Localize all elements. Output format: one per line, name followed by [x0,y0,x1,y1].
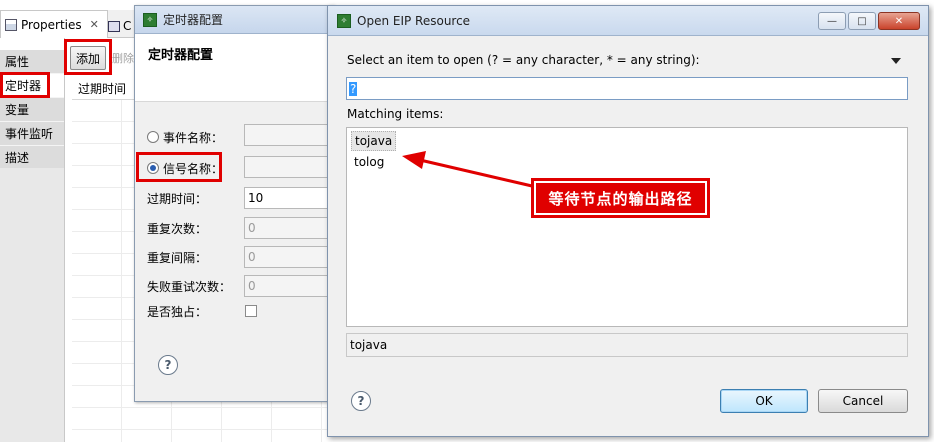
side-tab-timer[interactable]: 定时器 [0,74,64,98]
menu-dropdown-icon[interactable] [891,58,901,64]
exclusive-label: 是否独占： [147,304,208,319]
side-tab-filler [0,168,64,442]
app-icon: ✧ [337,13,351,28]
timer-config-window: ✧ 定时器配置 定时器配置 事件名称： 信号名称： 过期时间： 10 重复次数：… [134,5,335,402]
repeat-interval-input[interactable]: 0 [244,246,335,268]
repeat-count-row: 重复次数： [147,217,207,239]
delete-button[interactable]: 删除 [112,50,134,66]
window-controls: — □ ✕ [818,12,920,30]
annotation-text: 等待节点的输出路径 [548,189,693,208]
event-name-field[interactable] [244,124,335,146]
tab-second-label: C [123,19,132,33]
search-prompt-label: Select an item to open (? = any characte… [347,53,700,67]
timer-heading: 定时器配置 [148,48,214,63]
ok-button[interactable]: OK [720,389,808,413]
minimize-button[interactable]: — [818,12,846,30]
repeat-interval-row: 重复间隔： [147,246,207,268]
add-button[interactable]: 添加 [70,46,106,70]
maximize-button[interactable]: □ [848,12,876,30]
annotation-arrow [402,151,533,188]
search-input-value: ? [349,81,358,96]
signal-name-row[interactable]: 信号名称： [147,157,223,179]
close-button[interactable]: ✕ [878,12,920,30]
help-icon[interactable]: ? [158,355,178,375]
side-tab-list: 属性 定时器 变量 事件监听 描述 [0,50,64,170]
retry-count-input[interactable]: 0 [244,275,335,297]
event-name-row[interactable]: 事件名称： [147,126,223,148]
expire-time-input[interactable]: 10 [244,187,335,209]
event-name-radio[interactable] [147,131,159,143]
selected-item-status: tojava [346,333,908,357]
expire-time-row: 过期时间： [147,187,207,209]
event-name-label: 事件名称： [163,130,224,145]
exclusive-row: 是否独占： [147,300,207,322]
repeat-interval-label: 重复间隔： [147,250,208,265]
timer-window-titlebar[interactable]: ✧ 定时器配置 [135,6,333,34]
repeat-count-label: 重复次数： [147,221,208,236]
repeat-count-input[interactable]: 0 [244,217,335,239]
timer-header-panel: 定时器配置 [135,34,333,102]
signal-name-field[interactable] [244,156,335,178]
cancel-button[interactable]: Cancel [818,389,908,413]
matching-items-label: Matching items: [347,107,444,121]
eip-dialog-titlebar[interactable]: ✧ Open EIP Resource — □ ✕ [328,6,928,36]
annotation-callout: 等待节点的输出路径 [531,178,710,218]
signal-name-radio[interactable] [147,162,159,174]
open-eip-resource-dialog: ✧ Open EIP Resource — □ ✕ Select an item… [327,5,929,437]
timer-window-title: 定时器配置 [163,13,224,27]
properties-icon [5,18,17,31]
expire-time-label: 过期时间： [147,191,208,206]
signal-name-label: 信号名称： [163,161,224,176]
side-tab-event-listeners[interactable]: 事件监听 [0,122,64,146]
side-tab-description[interactable]: 描述 [0,146,64,170]
search-input[interactable]: ? [346,77,908,100]
close-icon[interactable]: ✕ [90,18,99,31]
app-icon: ✧ [143,12,157,27]
side-tab-variables[interactable]: 变量 [0,98,64,122]
side-tab-attributes[interactable]: 属性 [0,50,64,74]
eip-dialog-title: Open EIP Resource [357,13,471,28]
retry-count-label: 失败重试次数： [147,279,232,294]
retry-count-row: 失败重试次数： [147,275,231,297]
help-icon[interactable]: ? [351,391,371,411]
tab-properties-label: Properties [21,17,82,32]
tab-properties[interactable]: Properties ✕ [0,10,108,38]
console-icon [108,20,120,32]
exclusive-checkbox[interactable] [245,305,257,317]
